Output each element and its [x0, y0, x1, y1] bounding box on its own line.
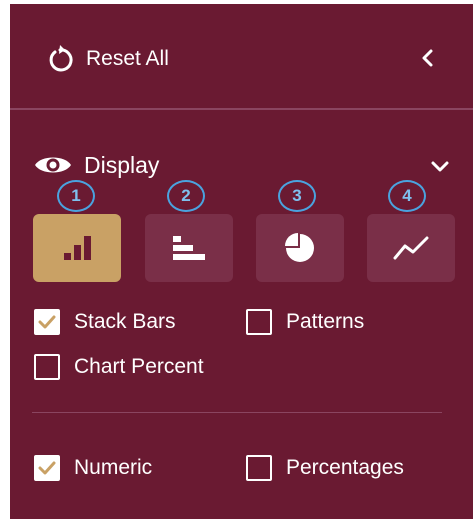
annotation-badge-4: 4 [388, 180, 426, 212]
chevron-left-icon[interactable] [414, 44, 442, 72]
checkbox-checked[interactable] [34, 309, 60, 335]
horizontal-bar-chart-button[interactable] [145, 214, 233, 282]
reset-icon [49, 45, 73, 72]
numeric-checkbox[interactable]: Numeric [34, 455, 152, 481]
reset-all-button[interactable]: Reset All [46, 42, 169, 76]
annotation-badge-2: 2 [167, 180, 205, 212]
options-panel: Reset All Display 1 2 3 4 Stack Bars Pat… [10, 4, 473, 519]
horizontal-bar-chart-icon [173, 236, 205, 260]
reset-all-label: Reset All [86, 47, 169, 70]
percentages-checkbox[interactable]: Percentages [246, 455, 404, 481]
stack-bars-label: Stack Bars [74, 310, 176, 333]
pie-chart-icon [285, 233, 314, 262]
annotation-badge-3: 3 [278, 180, 316, 212]
line-chart-button[interactable] [367, 214, 455, 282]
numeric-label: Numeric [74, 456, 153, 479]
patterns-checkbox[interactable]: Patterns [246, 309, 364, 335]
chevron-down-icon[interactable] [428, 154, 452, 178]
percentages-label: Percentages [286, 456, 404, 479]
divider [32, 412, 442, 413]
annotation-badge-1: 1 [57, 180, 95, 212]
checkbox-checked[interactable] [34, 455, 60, 481]
eye-icon [35, 157, 71, 173]
check-icon [38, 461, 56, 475]
checkbox-unchecked[interactable] [246, 455, 272, 481]
bar-chart-icon [64, 236, 91, 260]
line-chart-icon [393, 236, 429, 260]
patterns-label: Patterns [286, 310, 365, 333]
bar-chart-button[interactable] [33, 214, 121, 282]
chart-percent-label: Chart Percent [74, 355, 204, 378]
stack-bars-checkbox[interactable]: Stack Bars [34, 309, 176, 335]
display-section-header[interactable]: Display [34, 148, 159, 182]
panel-header: Reset All [10, 4, 473, 108]
checkbox-unchecked[interactable] [34, 354, 60, 380]
checkbox-unchecked[interactable] [246, 309, 272, 335]
divider [10, 108, 473, 110]
display-label: Display [84, 151, 160, 178]
chart-percent-checkbox[interactable]: Chart Percent [34, 354, 204, 380]
pie-chart-button[interactable] [256, 214, 344, 282]
check-icon [38, 315, 56, 329]
